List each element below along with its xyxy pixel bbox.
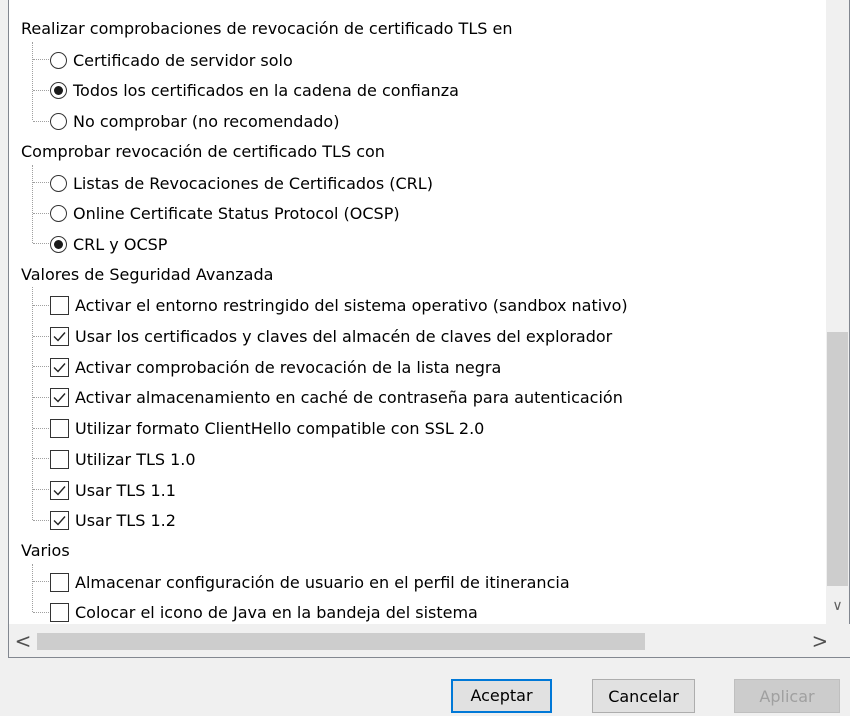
section-heading: Valores de Seguridad Avanzada (21, 264, 274, 284)
settings-tree: Realizar comprobaciones de revocación de… (9, 0, 827, 624)
vertical-scroll-thumb[interactable] (827, 332, 848, 586)
checkbox-checked-icon[interactable] (50, 480, 69, 500)
scroll-left-icon[interactable]: < (13, 631, 33, 651)
checkbox-unchecked-icon[interactable] (50, 296, 69, 316)
option-label: Usar TLS 1.2 (75, 511, 176, 531)
section-heading: Realizar comprobaciones de revocación de… (21, 19, 513, 38)
option-label: No comprobar (no recomendado) (73, 112, 340, 132)
checkbox-option[interactable]: Utilizar TLS 1.0 (33, 443, 196, 474)
scroll-down-icon[interactable]: ∨ (826, 598, 849, 614)
tree-connector (33, 120, 49, 123)
radio-option[interactable]: Online Certificate Status Protocol (OCSP… (33, 197, 400, 228)
tree-connector (33, 581, 49, 583)
tree-connector (33, 366, 49, 368)
checkbox-checked-icon[interactable] (50, 388, 69, 408)
tree-connector (33, 304, 49, 307)
radio-unselected-icon[interactable] (50, 51, 67, 69)
checkbox-unchecked-icon[interactable] (50, 419, 69, 439)
radio-option[interactable]: Listas de Revocaciones de Certificados (… (33, 167, 433, 198)
radio-option[interactable]: CRL y OCSP (33, 228, 167, 259)
checkbox-checked-icon[interactable] (50, 357, 69, 377)
checkbox-option[interactable]: Colocar el icono de Java en la bandeja d… (33, 596, 478, 624)
tree-connector (33, 611, 49, 614)
tree-connector (33, 519, 49, 522)
checkbox-unchecked-icon[interactable] (50, 449, 69, 469)
option-label: Utilizar TLS 1.0 (75, 449, 196, 469)
settings-tree-panel: Realizar comprobaciones de revocación de… (8, 0, 850, 658)
option-label: Utilizar formato ClientHello compatible … (75, 419, 485, 439)
checkbox-option[interactable]: Usar TLS 1.2 (33, 504, 176, 535)
tree-guide-line (32, 164, 33, 244)
tree-guide-line (32, 287, 33, 520)
option-label: Colocar el icono de Java en la bandeja d… (75, 603, 478, 623)
tree-connector (33, 89, 49, 92)
horizontal-scroll-thumb[interactable] (37, 633, 645, 650)
checkbox-option[interactable]: Utilizar formato ClientHello compatible … (33, 412, 484, 443)
option-label: Online Certificate Status Protocol (OCSP… (73, 204, 400, 224)
section-heading: Comprobar revocación de certificado TLS … (21, 141, 385, 161)
tree-connector (33, 458, 49, 460)
checkbox-option[interactable]: Usar los certificados y claves del almac… (33, 320, 612, 351)
radio-unselected-icon[interactable] (50, 113, 67, 131)
radio-unselected-icon[interactable] (50, 174, 67, 192)
tree-connector (33, 396, 49, 399)
horizontal-scrollbar[interactable]: < > (9, 624, 850, 657)
checkbox-checked-icon[interactable] (50, 511, 69, 531)
option-label: Usar TLS 1.1 (75, 480, 176, 500)
checkbox-checked-icon[interactable] (50, 327, 69, 346)
tree-connector (33, 243, 49, 245)
tree-guide-line (32, 41, 33, 121)
checkbox-option[interactable]: Activar comprobación de revocación de la… (33, 351, 501, 382)
checkbox-option[interactable]: Activar almacenamiento en caché de contr… (33, 381, 623, 412)
vertical-scrollbar[interactable]: ∨ (826, 0, 849, 624)
apply-button[interactable]: Aplicar (734, 679, 840, 713)
option-label: Certificado de servidor solo (73, 50, 293, 70)
option-label: CRL y OCSP (73, 234, 168, 254)
tree-connector (33, 427, 49, 430)
checkbox-option[interactable]: Almacenar configuración de usuario en el… (33, 566, 570, 597)
checkbox-unchecked-icon[interactable] (50, 603, 69, 623)
tree-connector (33, 212, 49, 215)
section-heading: Varios (21, 540, 70, 560)
radio-option[interactable]: Todos los certificados en la cadena de c… (33, 74, 459, 105)
checkbox-option[interactable]: Activar el entorno restringido del siste… (33, 289, 628, 320)
tree-guide-line (32, 563, 33, 612)
tree-connector (33, 335, 49, 338)
ok-button[interactable]: Aceptar (451, 679, 552, 713)
radio-selected-icon[interactable] (50, 82, 67, 100)
option-label: Activar comprobación de revocación de la… (75, 357, 502, 377)
option-label: Listas de Revocaciones de Certificados (… (73, 173, 433, 193)
tree-connector (33, 182, 49, 184)
checkbox-unchecked-icon[interactable] (50, 572, 69, 592)
option-label: Almacenar configuración de usuario en el… (75, 572, 570, 592)
tree-connector (33, 489, 49, 491)
option-label: Activar el entorno restringido del siste… (75, 296, 628, 316)
tree-connector (33, 59, 49, 61)
scrollbar-corner (826, 624, 849, 657)
radio-option[interactable]: No comprobar (no recomendado) (33, 105, 339, 136)
radio-option[interactable]: Certificado de servidor solo (33, 44, 293, 75)
radio-selected-icon[interactable] (50, 235, 67, 253)
option-label: Activar almacenamiento en caché de contr… (75, 388, 623, 408)
radio-unselected-icon[interactable] (50, 205, 67, 223)
option-label: Todos los certificados en la cadena de c… (73, 81, 459, 101)
checkbox-option[interactable]: Usar TLS 1.1 (33, 474, 176, 505)
option-label: Usar los certificados y claves del almac… (75, 327, 613, 346)
cancel-button[interactable]: Cancelar (592, 679, 695, 713)
